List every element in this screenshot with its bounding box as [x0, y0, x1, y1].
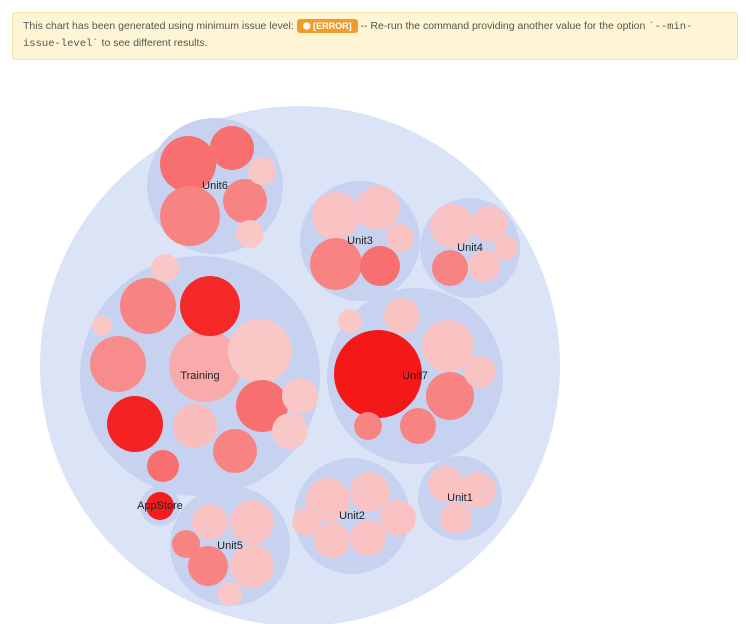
leaf-circle[interactable] — [334, 330, 422, 418]
leaf-circle[interactable] — [92, 316, 112, 336]
leaf-circle[interactable] — [192, 504, 228, 540]
leaf-circle[interactable] — [428, 466, 464, 502]
leaf-circle[interactable] — [151, 254, 179, 282]
leaf-circle[interactable] — [460, 472, 496, 508]
leaf-circle[interactable] — [292, 508, 320, 536]
leaf-circle[interactable] — [160, 186, 220, 246]
leaf-circle[interactable] — [360, 246, 400, 286]
leaf-circle[interactable] — [440, 502, 472, 534]
leaf-circle[interactable] — [380, 500, 416, 536]
leaf-circle[interactable] — [350, 520, 386, 556]
leaf-circle[interactable] — [213, 429, 257, 473]
leaf-circle[interactable] — [146, 492, 174, 520]
leaf-circle[interactable] — [356, 186, 400, 230]
leaf-circle[interactable] — [147, 450, 179, 482]
leaf-circle[interactable] — [464, 356, 496, 388]
leaf-circle[interactable] — [432, 250, 468, 286]
leaf-circle[interactable] — [230, 500, 274, 544]
leaf-circle[interactable] — [430, 204, 474, 248]
leaf-circle[interactable] — [228, 319, 292, 383]
leaf-circle[interactable] — [338, 309, 362, 333]
leaf-circle[interactable] — [218, 582, 242, 606]
leaf-circle[interactable] — [160, 136, 216, 192]
leaf-circle[interactable] — [210, 126, 254, 170]
error-level-badge: ⬢ [ERROR] — [297, 19, 358, 33]
leaf-circle[interactable] — [180, 276, 240, 336]
leaf-circle[interactable] — [494, 236, 518, 260]
leaf-circle[interactable] — [350, 472, 390, 512]
leaf-circle[interactable] — [272, 413, 308, 449]
notice-text-pre: This chart has been generated using mini… — [23, 20, 297, 32]
leaf-circle[interactable] — [312, 192, 360, 240]
leaf-circle[interactable] — [386, 224, 414, 252]
leaf-circle[interactable] — [107, 396, 163, 452]
leaf-circle[interactable] — [223, 179, 267, 223]
leaf-circle[interactable] — [282, 378, 318, 414]
leaf-circle[interactable] — [384, 298, 420, 334]
leaf-circle[interactable] — [173, 404, 217, 448]
leaf-circle[interactable] — [310, 238, 362, 290]
leaf-circle[interactable] — [236, 220, 264, 248]
circle-packing-chart: TrainingUnit6Unit3Unit4Unit7Unit2Unit1Un… — [0, 66, 750, 614]
leaf-circle[interactable] — [248, 157, 276, 185]
leaf-circle[interactable] — [230, 544, 274, 588]
leaf-circle[interactable] — [354, 412, 382, 440]
notice-text-tail: to see different results. — [102, 37, 208, 49]
notice-text-post: -- Re-run the command providing another … — [361, 20, 649, 32]
leaf-circle[interactable] — [400, 408, 436, 444]
leaf-circle[interactable] — [90, 336, 146, 392]
notice-banner: This chart has been generated using mini… — [12, 12, 738, 60]
leaf-circle[interactable] — [468, 250, 500, 282]
leaf-circle[interactable] — [120, 278, 176, 334]
leaf-circle[interactable] — [172, 530, 200, 558]
leaf-circle[interactable] — [314, 522, 350, 558]
